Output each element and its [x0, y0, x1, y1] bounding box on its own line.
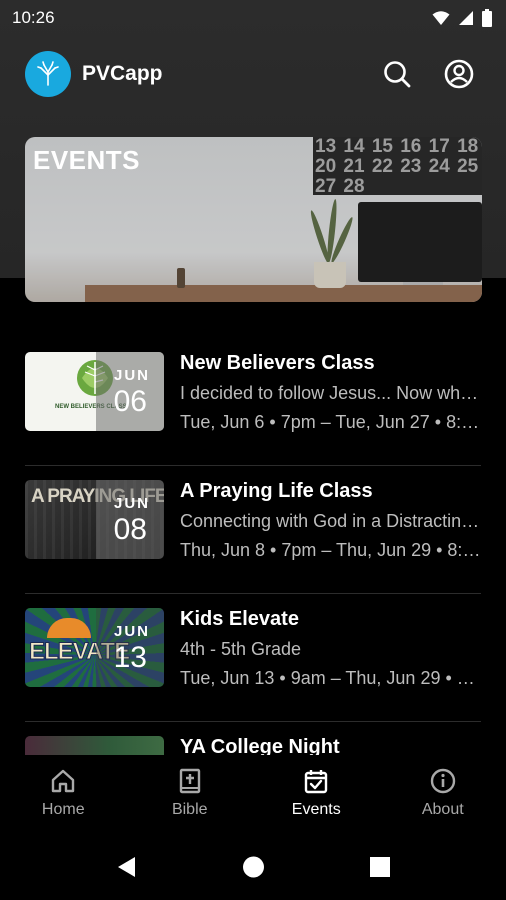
date-overlay: JUN 13: [96, 608, 164, 687]
home-circle-icon[interactable]: [242, 855, 265, 879]
app-bar: PVCapp: [0, 48, 506, 104]
event-dates: Tue, Jun 6 • 7pm – Tue, Jun 27 • 8:30pm: [180, 412, 481, 432]
bible-icon: [179, 768, 200, 794]
back-icon[interactable]: [115, 855, 137, 879]
recents-icon[interactable]: [369, 856, 391, 878]
event-dates: Tue, Jun 13 • 9am – Thu, Jun 29 • 12pm: [180, 668, 481, 688]
event-row[interactable]: NEW BELIEVERS CLASS JUN 06 New Believers…: [25, 338, 481, 466]
event-title: New Believers Class: [180, 352, 375, 374]
status-icons: [432, 9, 492, 27]
event-subtitle: I decided to follow Jesus... Now what?: [180, 383, 481, 403]
event-month: JUN: [113, 495, 150, 512]
event-subtitle: 4th - 5th Grade: [180, 639, 302, 659]
nav-events[interactable]: Events: [253, 755, 380, 835]
events-banner: 13 14 15 16 17 18 20 21 22 23 24 25 27 2…: [25, 137, 482, 302]
event-row[interactable]: ELEVATE JUN 13 Kids Elevate 4th - 5th Gr…: [25, 594, 481, 722]
search-button[interactable]: [379, 56, 415, 92]
event-dates: Thu, Jun 8 • 7pm – Thu, Jun 29 • 8:30pm: [180, 540, 481, 560]
search-icon: [384, 61, 411, 88]
event-thumbnail: NEW BELIEVERS CLASS JUN 06: [25, 352, 164, 431]
nav-home-label: Home: [41, 801, 85, 818]
nav-events-label: Events: [291, 801, 341, 818]
event-month: JUN: [113, 623, 150, 640]
event-title: Kids Elevate: [180, 608, 299, 630]
nav-about[interactable]: About: [380, 755, 506, 835]
event-month: JUN: [113, 367, 150, 384]
home-icon: [52, 769, 75, 793]
profile-button[interactable]: [441, 56, 477, 92]
status-time: 10:26: [12, 8, 55, 27]
event-day: 13: [113, 641, 147, 674]
event-subtitle: Connecting with God in a Distracting Wor…: [180, 511, 481, 531]
app-logo-icon[interactable]: [25, 51, 71, 97]
date-overlay: JUN 08: [96, 480, 164, 559]
event-row[interactable]: A PRAYING LIFE JUN 08 A Praying Life Cla…: [25, 466, 481, 594]
nav-bible-label: Bible: [171, 801, 208, 818]
nav-about-label: About: [421, 801, 464, 818]
event-thumbnail: ELEVATE JUN 13: [25, 608, 164, 687]
event-thumbnail: A PRAYING LIFE JUN 08: [25, 480, 164, 559]
signal-icon: [459, 11, 473, 25]
event-day: 08: [113, 513, 147, 546]
battery-icon: [482, 9, 492, 27]
wifi-icon: [432, 11, 450, 25]
event-title: A Praying Life Class: [180, 480, 373, 502]
date-overlay: JUN 06: [96, 352, 164, 431]
nav-home[interactable]: Home: [0, 755, 127, 835]
status-bar: 10:26: [0, 0, 506, 36]
banner-title: EVENTS: [33, 145, 141, 175]
tree-logo-icon: [37, 61, 59, 86]
account-circle-icon: [444, 59, 474, 89]
app-title: PVCapp: [82, 62, 163, 85]
event-day: 06: [113, 385, 147, 418]
nav-bible[interactable]: Bible: [127, 755, 254, 835]
bottom-nav: Home Bible Events About: [0, 755, 506, 835]
info-icon: [430, 768, 455, 794]
calendar-check-icon: [305, 770, 328, 794]
system-nav-bar: [0, 835, 506, 900]
